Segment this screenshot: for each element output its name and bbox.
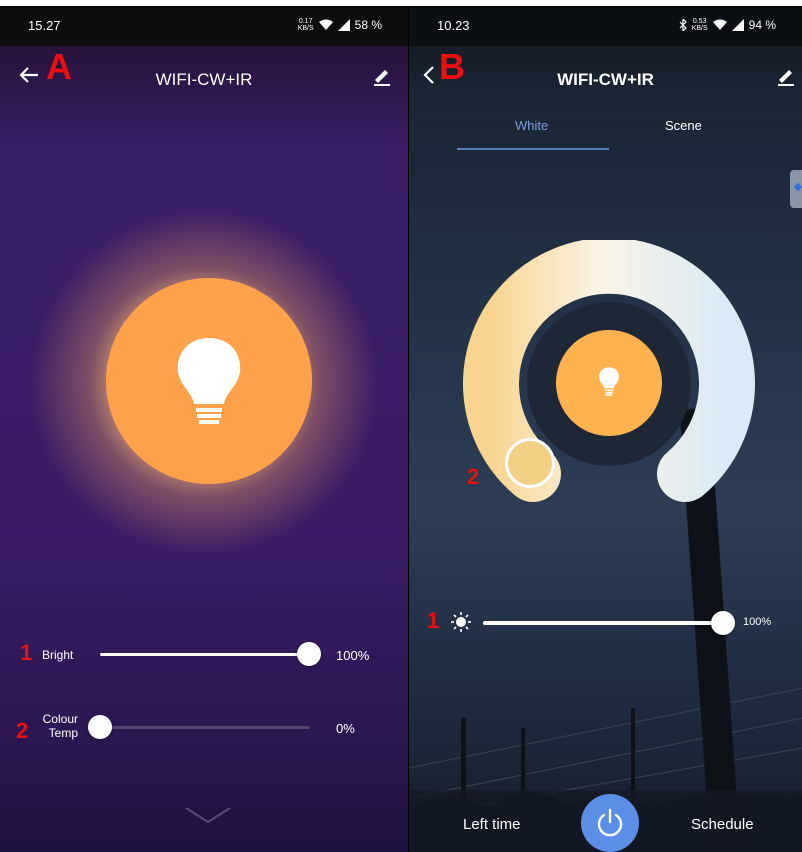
bluetooth-icon [679, 19, 687, 31]
status-time: 10.23 [437, 18, 470, 33]
top-border [0, 0, 802, 8]
status-bar: 15.27 0.17 KB/S 58 % [0, 8, 408, 46]
bright-slider-track[interactable] [100, 653, 310, 656]
colour-temp-slider-track[interactable] [100, 726, 310, 729]
net-speed: 0.17 KB/S [298, 18, 314, 32]
edit-pencil-icon[interactable] [776, 66, 796, 86]
lightbulb-icon [177, 338, 241, 424]
power-icon [597, 808, 623, 837]
annotation-number-1: 1 [427, 608, 440, 633]
net-speed-unit: KB/S [297, 25, 314, 32]
status-right: 0.53 KB/S 94 % [679, 18, 776, 32]
schedule-button[interactable]: Schedule [691, 816, 754, 833]
bright-slider-knob[interactable] [297, 642, 321, 666]
colour-temp-label: Colour Temp [38, 712, 78, 740]
annotation-number-1: 1 [20, 640, 33, 665]
lightbulb-icon [599, 367, 619, 396]
bulb-toggle-button[interactable] [106, 278, 312, 484]
edit-pencil-icon[interactable] [372, 66, 392, 86]
annotation-number-2: 2 [467, 464, 480, 489]
signal-icon [337, 19, 350, 31]
wifi-icon [712, 19, 727, 30]
signal-icon [731, 19, 744, 31]
colour-temp-ring-knob[interactable] [505, 438, 555, 488]
net-speed-value: 0.53 [692, 18, 707, 25]
brightness-slider-track[interactable] [483, 621, 723, 625]
battery-text: 58 % [354, 18, 382, 32]
wifi-icon [318, 19, 333, 30]
status-time: 15.27 [28, 18, 61, 33]
panel-b: 10.23 0.53 KB/S 94 % B WIFI-CW+IR White S… [408, 8, 802, 852]
colour-temp-label-line1: Colour [42, 712, 78, 726]
bulb-toggle-button[interactable] [556, 330, 662, 436]
colour-temp-percent: 0% [336, 721, 355, 736]
bright-percent: 100% [336, 648, 370, 663]
status-bar: 10.23 0.53 KB/S 94 % [409, 8, 802, 46]
brightness-percent: 100% [743, 616, 772, 628]
tab-white[interactable]: White [515, 118, 548, 133]
annotation-number-2: 2 [16, 718, 29, 743]
active-tab-underline [457, 148, 609, 150]
panel-a: 15.27 0.17 KB/S 58 % A WIFI-CW+IR 1 Brigh… [0, 8, 408, 852]
status-right: 0.17 KB/S 58 % [298, 18, 382, 32]
battery-text: 94 % [748, 18, 776, 32]
page-title: WIFI-CW+IR [155, 70, 253, 89]
page-title: WIFI-CW+IR [557, 70, 654, 89]
side-drawer-tab[interactable] [790, 170, 802, 208]
colour-temp-slider-knob[interactable] [88, 715, 112, 739]
tab-scene[interactable]: Scene [665, 118, 702, 133]
bright-label: Bright [42, 648, 74, 662]
chevron-down-icon[interactable] [184, 804, 232, 826]
left-time-button[interactable]: Left time [463, 816, 521, 833]
power-button[interactable] [581, 794, 639, 852]
colour-temp-label-line2: Temp [48, 726, 78, 740]
brightness-slider-knob[interactable] [711, 611, 735, 635]
net-speed: 0.53 KB/S [692, 18, 708, 32]
net-speed-unit: KB/S [691, 25, 708, 32]
sun-icon [451, 612, 471, 632]
net-speed-value: 0.17 [298, 18, 313, 25]
